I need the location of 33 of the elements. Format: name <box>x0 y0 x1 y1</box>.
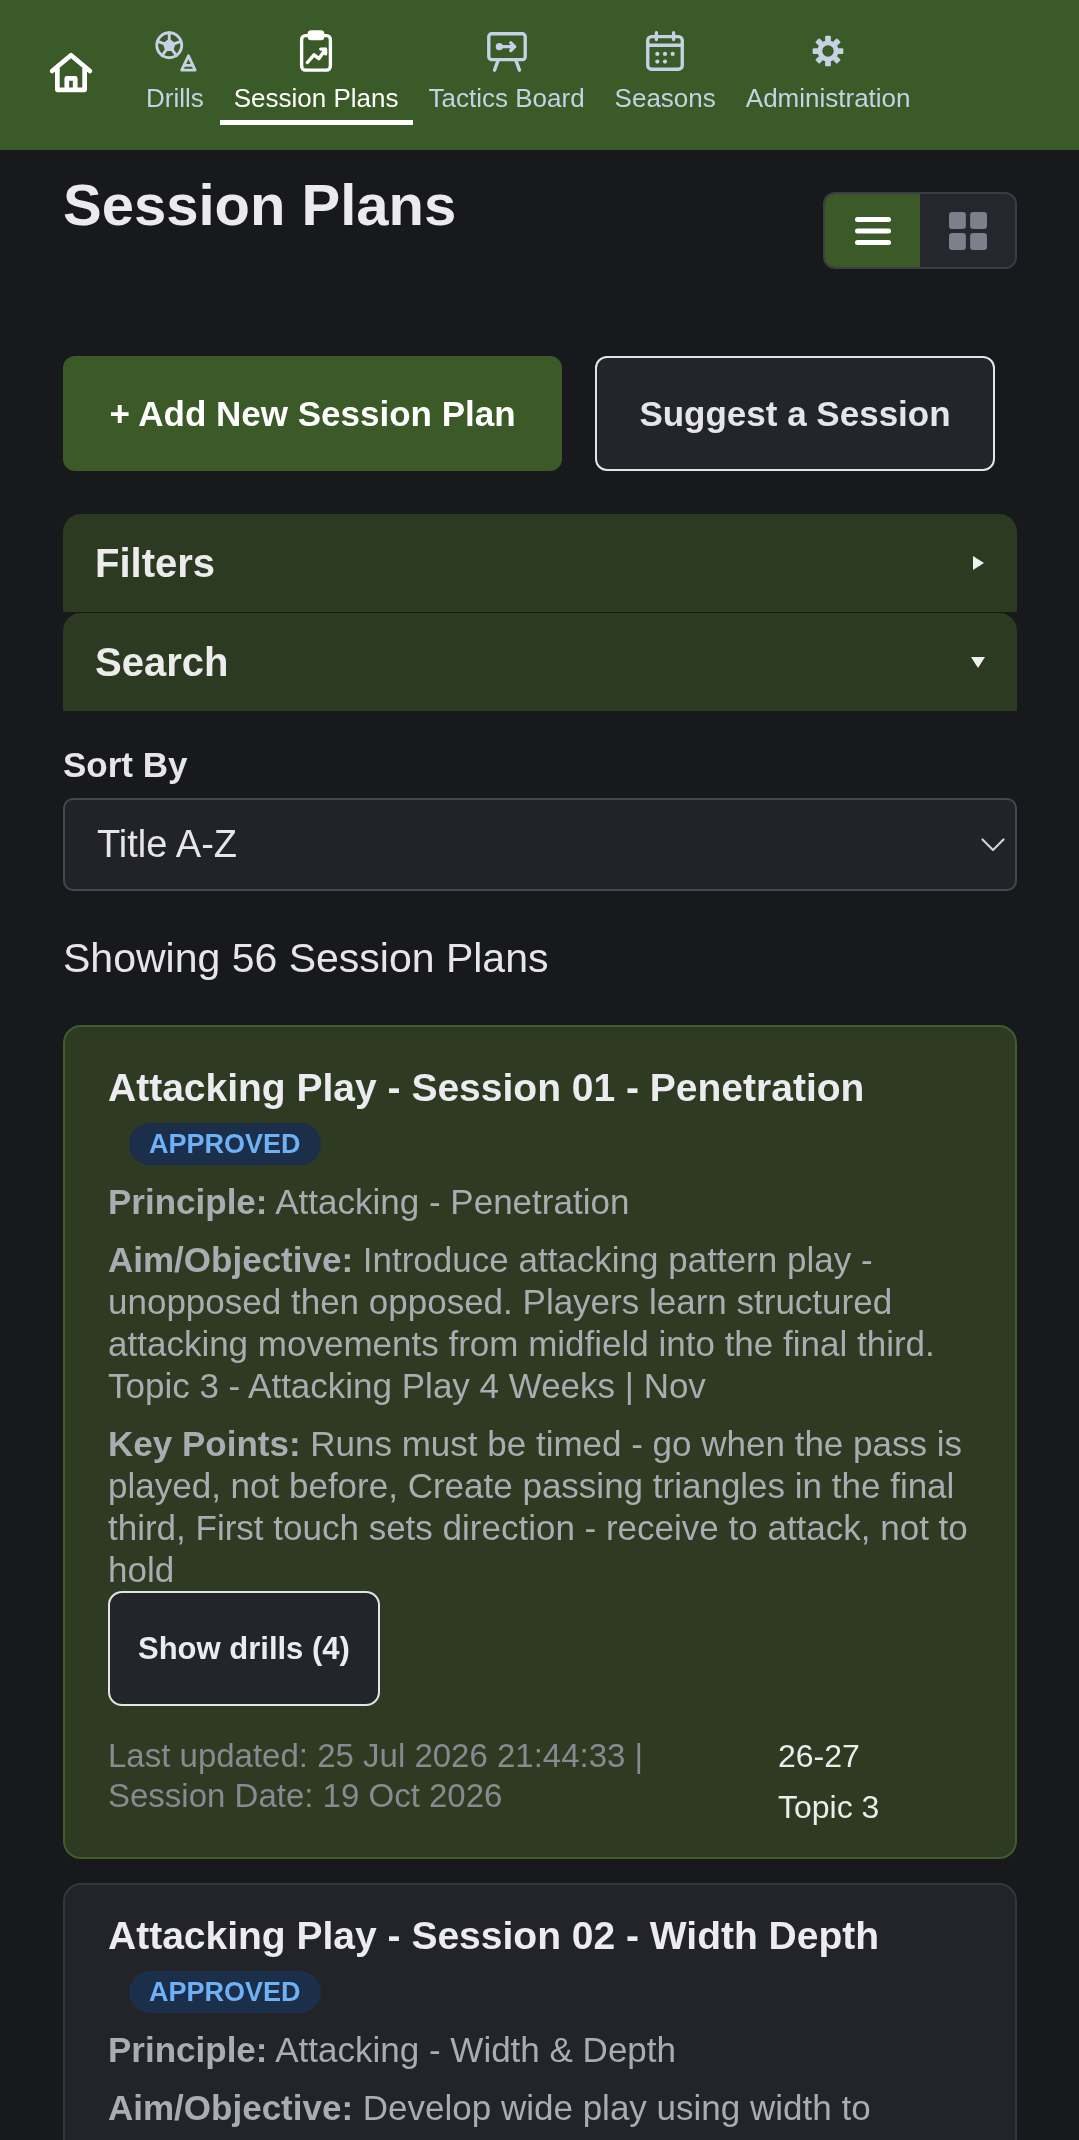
card-text: Key Points: Runs must be timed - go when the pass is played, not before, Create passing triangles in the final third, First touch sets direction - receive to attack, not to hold <box>108 1423 969 1591</box>
status-badge: APPROVED <box>129 1123 321 1165</box>
accordion-header[interactable]: Filters <box>63 514 1017 612</box>
card-title: Attacking Play - Session 02 - Width Depth <box>108 1913 881 1959</box>
list-icon <box>854 216 891 245</box>
suggest-button[interactable]: Suggest a Session <box>595 356 995 471</box>
home-icon[interactable] <box>48 51 94 93</box>
updated-text: Last updated: 25 Jul 2026 21:44:33 | Session Date: 19 Oct 2026 <box>108 1736 645 1816</box>
card-text: Aim/Objective: Introduce attacking pattern play - unopposed then opposed. Players learn structured attacking movements from midfield into the final third. Topic 3 - Attacking Play 4 Weeks | Nov <box>108 1239 936 1407</box>
grid-icon <box>948 211 987 250</box>
season-text: 26-27 <box>778 1737 861 1776</box>
session-card[interactable]: Attacking Play - Session 02 - Width Depth APPROVED Principle: Attacking - Width & Depth Aim/Objective: Develop wide play using width to <box>63 1883 1017 2140</box>
list-view-button[interactable] <box>825 194 920 267</box>
status-badge: APPROVED <box>129 1971 321 2013</box>
nav-tab[interactable]: Administration <box>731 0 925 125</box>
card-text: Aim/Objective: Develop wide play using width to <box>108 2087 872 2129</box>
card-text: Principle: Attacking - Width & Depth <box>108 2029 677 2071</box>
nav-tab[interactable]: Session Plans <box>219 0 413 125</box>
nav-tab[interactable]: Seasons <box>600 0 730 125</box>
card-title: Attacking Play - Session 01 - Penetration <box>108 1065 866 1111</box>
chevron-down-icon <box>981 837 1005 852</box>
add-plan-button[interactable]: + Add New Session Plan <box>63 356 562 471</box>
page-title: Session Plans <box>63 172 457 239</box>
results-count: Showing 56 Session Plans <box>63 935 550 981</box>
nav-tab[interactable]: Tactics Board <box>414 0 599 125</box>
show-drills-button[interactable]: Show drills (4) <box>108 1591 380 1706</box>
nav-tab[interactable]: Drills <box>132 0 218 125</box>
accordion-header[interactable]: Search <box>63 613 1017 711</box>
session-card[interactable] <box>63 1025 1017 1859</box>
sort-label: Sort By <box>63 745 189 785</box>
card-text: Principle: Attacking - Penetration <box>108 1181 631 1223</box>
sort-select[interactable]: Title A-Z <box>63 798 1017 891</box>
topic-text: Topic 3 <box>778 1788 880 1827</box>
